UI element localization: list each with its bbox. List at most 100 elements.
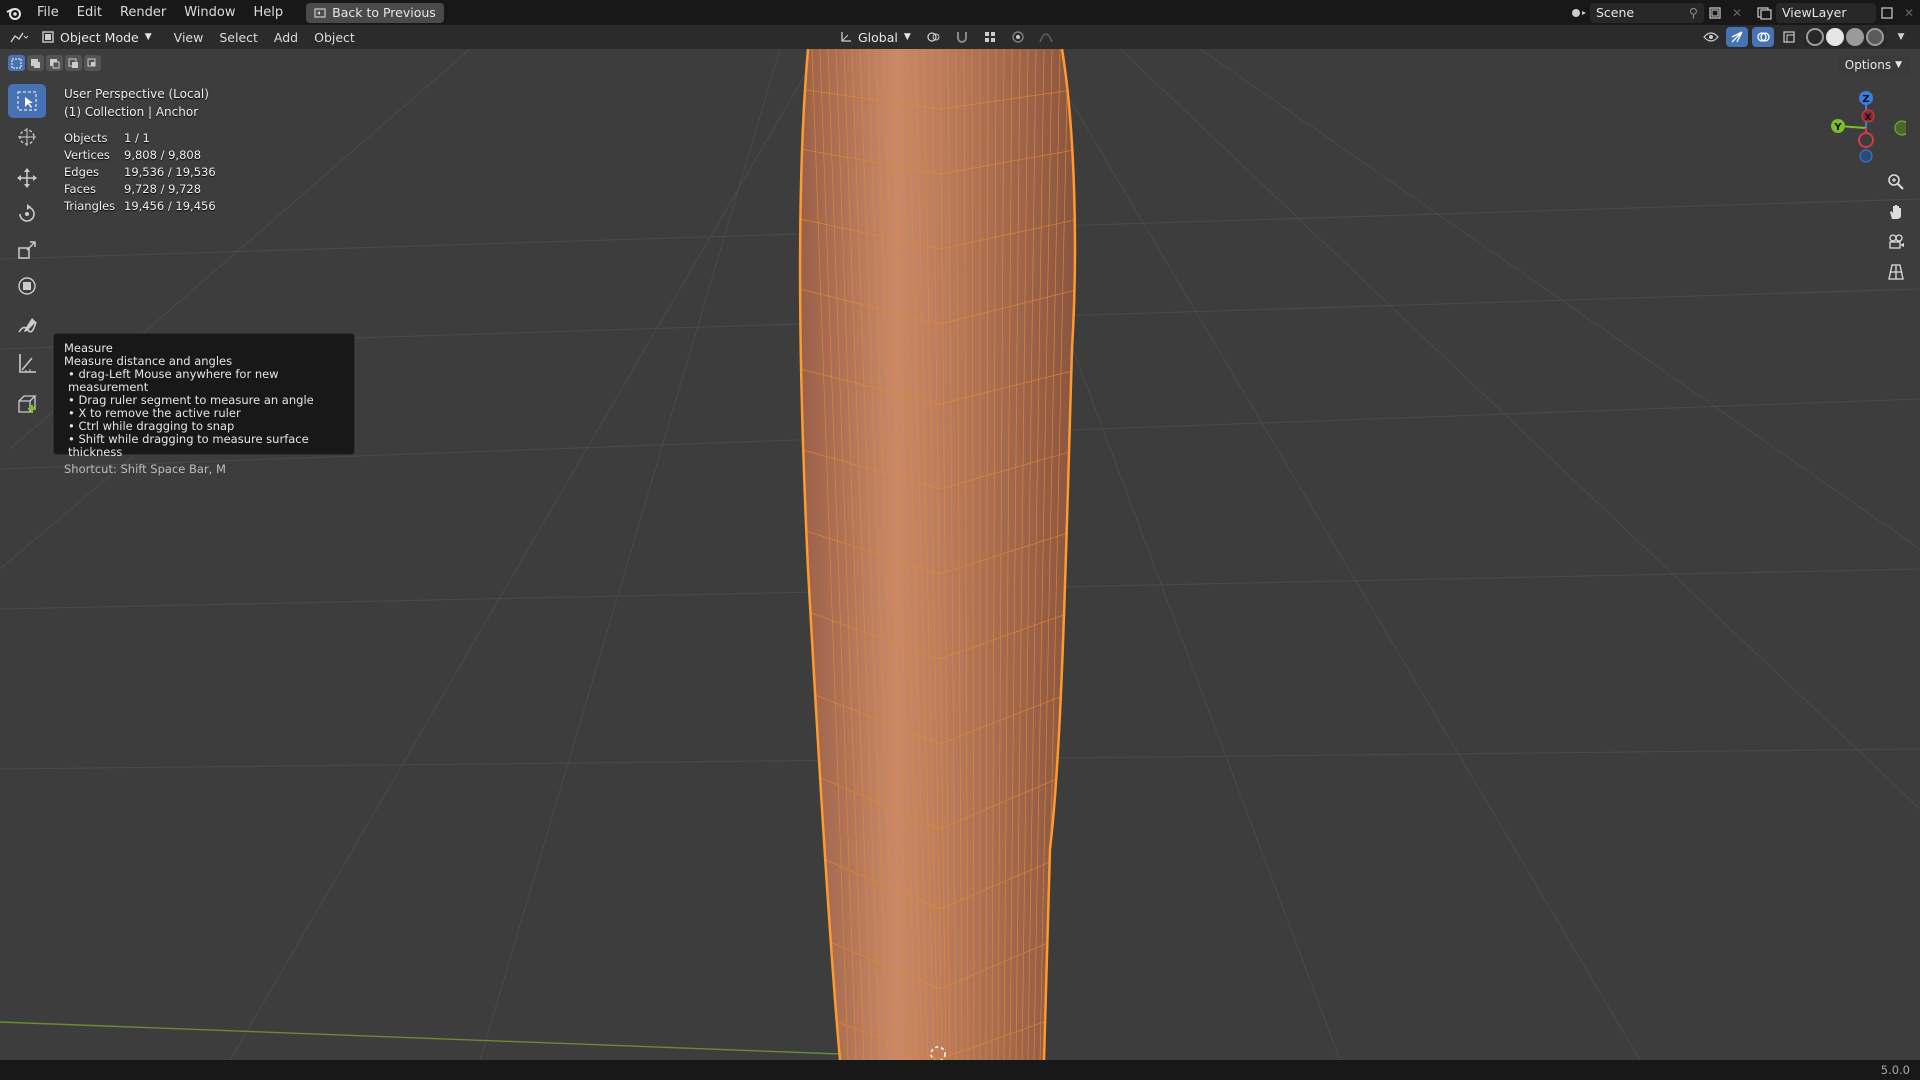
gizmo-toggle-icon[interactable] <box>1726 27 1748 47</box>
new-view-layer-icon[interactable] <box>1876 3 1898 23</box>
stat-label: Edges <box>64 165 99 179</box>
delete-view-layer-icon[interactable]: ✕ <box>1898 3 1920 23</box>
scene-controls: Scene ⚲ ✕ ViewLayer ✕ <box>1568 0 1920 25</box>
stat-value: 9,728 / 9,728 <box>124 182 202 196</box>
chevron-down-icon: ▼ <box>144 32 152 42</box>
pin-icon[interactable]: ⚲ <box>1689 5 1698 20</box>
orientation-icon <box>841 32 851 42</box>
select-new-icon[interactable] <box>8 55 25 71</box>
viewport-header: Object Mode ▼ View Select Add Object Glo… <box>0 25 1920 49</box>
viewport-grid <box>0 49 1920 1060</box>
stat-value: 19,536 / 19,536 <box>124 165 216 179</box>
object-mode-icon <box>42 31 54 43</box>
scene-statistics: Objects 1 / 1 Vertices 9,808 / 9,808 Edges… <box>64 130 216 215</box>
menu-render[interactable]: Render <box>111 0 175 25</box>
gizmo-y-label: Y <box>1833 122 1842 133</box>
falloff-icon[interactable] <box>1035 27 1057 47</box>
perspective-label: User Perspective (Local) <box>64 87 209 101</box>
stat-label: Vertices <box>64 148 110 162</box>
stat-value: 1 / 1 <box>124 131 150 145</box>
gizmo-x-icon <box>1858 132 1874 148</box>
new-scene-icon[interactable] <box>1704 3 1726 23</box>
menu-window[interactable]: Window <box>175 0 244 25</box>
menu-object[interactable]: Object <box>306 30 363 45</box>
view-layer-icon[interactable] <box>1754 3 1776 23</box>
select-box-tool-icon[interactable] <box>8 84 46 118</box>
tool-shelf <box>8 84 46 421</box>
collection-label: (1) Collection | Anchor <box>64 105 199 119</box>
stat-row: Faces 9,728 / 9,728 <box>64 181 216 198</box>
overlays-toggle-icon[interactable] <box>1752 27 1774 47</box>
stat-row: Edges 19,536 / 19,536 <box>64 164 216 181</box>
stat-label: Triangles <box>64 199 116 213</box>
menu-select[interactable]: Select <box>211 30 266 45</box>
pivot-point-icon[interactable] <box>923 27 945 47</box>
back-to-previous-label: Back to Previous <box>332 5 436 20</box>
status-bar: 5.0.0 <box>0 1060 1920 1080</box>
tooltip-bullet: drag-Left Mouse anywhere for new measure… <box>64 368 344 394</box>
rendered-shading-icon[interactable] <box>1866 28 1884 46</box>
wireframe-shading-icon[interactable] <box>1806 28 1824 46</box>
stat-row: Objects 1 / 1 <box>64 130 216 147</box>
select-intersect-icon[interactable] <box>84 55 101 71</box>
measure-tool-icon[interactable] <box>8 346 46 380</box>
move-tool-icon[interactable] <box>8 161 46 195</box>
select-extend-icon[interactable] <box>27 55 44 71</box>
back-icon <box>314 7 326 18</box>
editor-type-icon[interactable] <box>8 27 30 47</box>
menu-edit[interactable]: Edit <box>68 0 111 25</box>
select-mode-buttons <box>8 55 101 71</box>
delete-scene-icon[interactable]: ✕ <box>1726 3 1748 23</box>
add-cube-tool-icon[interactable] <box>8 387 46 421</box>
options-dropdown[interactable]: Options ▼ <box>1836 55 1910 75</box>
3d-viewport[interactable] <box>0 49 1920 1060</box>
zoom-icon[interactable] <box>1882 170 1910 194</box>
visibility-icon[interactable] <box>1700 27 1722 47</box>
stat-label: Faces <box>64 182 96 196</box>
menu-file[interactable]: File <box>28 0 68 25</box>
stat-row: Triangles 19,456 / 19,456 <box>64 198 216 215</box>
viewport-display-controls: ▼ <box>1700 25 1912 49</box>
stat-row: Vertices 9,808 / 9,808 <box>64 147 216 164</box>
scale-tool-icon[interactable] <box>8 233 46 267</box>
select-subtract-icon[interactable] <box>46 55 63 71</box>
gizmo-neg-z-icon <box>1859 149 1873 163</box>
rotate-tool-icon[interactable] <box>8 197 46 231</box>
mode-dropdown[interactable]: Object Mode ▼ <box>36 27 158 47</box>
blender-logo-icon[interactable] <box>0 0 28 25</box>
scene-name: Scene <box>1596 5 1635 20</box>
scene-type-icon[interactable] <box>1568 3 1590 23</box>
navigation-gizmo[interactable]: Z Y X <box>1826 88 1906 168</box>
snap-toggle-icon[interactable] <box>951 27 973 47</box>
menu-view[interactable]: View <box>166 30 212 45</box>
gizmo-neg-y-icon <box>1894 120 1906 136</box>
options-label: Options <box>1844 58 1892 72</box>
transform-orientation-dropdown[interactable]: Global ▼ <box>834 27 917 47</box>
orientation-label: Global <box>858 29 898 45</box>
menu-add[interactable]: Add <box>266 30 306 45</box>
viewport-info: User Perspective (Local) (1) Collection … <box>64 85 209 121</box>
select-invert-icon[interactable] <box>65 55 82 71</box>
cursor-tool-icon[interactable] <box>8 120 46 154</box>
material-shading-icon[interactable] <box>1846 28 1864 46</box>
chevron-down-icon: ▼ <box>1895 60 1902 70</box>
annotate-tool-icon[interactable] <box>8 310 46 344</box>
perspective-toggle-icon[interactable] <box>1882 260 1910 284</box>
stat-value: 19,456 / 19,456 <box>124 199 216 213</box>
version-label: 5.0.0 <box>1880 1063 1910 1077</box>
xray-toggle-icon[interactable] <box>1778 27 1800 47</box>
menu-help[interactable]: Help <box>245 0 293 25</box>
camera-view-icon[interactable] <box>1882 230 1910 254</box>
back-to-previous-button[interactable]: Back to Previous <box>306 2 444 23</box>
snap-increment-icon[interactable] <box>979 27 1001 47</box>
transform-tool-icon[interactable] <box>8 269 46 303</box>
scene-field[interactable]: Scene ⚲ <box>1590 2 1704 23</box>
stat-label: Objects <box>64 131 108 145</box>
view-layer-field[interactable]: ViewLayer <box>1776 2 1876 23</box>
proportional-edit-icon[interactable] <box>1007 27 1029 47</box>
solid-shading-icon[interactable] <box>1826 28 1844 46</box>
pan-hand-icon[interactable] <box>1882 200 1910 224</box>
shading-options-chevron-icon[interactable]: ▼ <box>1890 27 1912 47</box>
navigation-tools <box>1882 170 1910 284</box>
shading-mode-group <box>1804 27 1886 47</box>
